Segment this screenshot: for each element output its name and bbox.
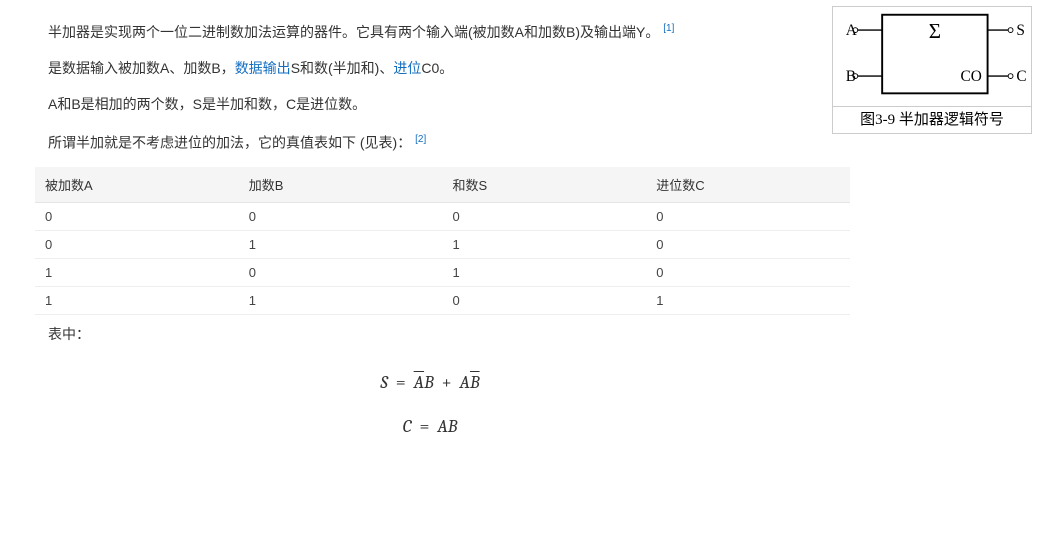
pin-B: B [846, 68, 856, 85]
article-body: 半加器是实现两个一位二进制数加法运算的器件。它具有两个输入端(被加数A和加数B)… [20, 18, 840, 447]
paragraph-4: 所谓半加就是不考虑进位的加法，它的真值表如下 (见表)： [2] [20, 129, 840, 154]
th-B: 加数B [239, 167, 443, 203]
truth-table: 被加数A 加数B 和数S 进位数C 0 0 0 0 0 1 1 0 [35, 167, 850, 315]
p1-text: 半加器是实现两个一位二进制数加法运算的器件。它具有两个输入端(被加数A和加数B)… [20, 24, 659, 40]
p2-a: 是数据输入被加数A、加数B， [48, 60, 235, 76]
paragraph-1: 半加器是实现两个一位二进制数加法运算的器件。它具有两个输入端(被加数A和加数B)… [20, 18, 840, 43]
paragraph-2: 是数据输入被加数A、加数B，数据输出S和数(半加和)、进位C0。 [20, 57, 840, 79]
table-row: 0 1 1 0 [35, 231, 850, 259]
link-data-output[interactable]: 数据输出 [235, 60, 291, 76]
p2-b: S和数(半加和)、 [291, 60, 394, 76]
table-header-row: 被加数A 加数B 和数S 进位数C [35, 167, 850, 203]
th-C: 进位数C [646, 167, 850, 203]
pin-C: C [1016, 68, 1026, 85]
citation-2[interactable]: [2] [415, 134, 426, 145]
figure-half-adder: Σ A B S CO C 图3-9 半加器逻辑符号 [832, 6, 1032, 134]
p2-c: C0。 [421, 60, 453, 76]
link-carry[interactable]: 进位 [393, 60, 421, 76]
p4-text: 所谓半加就是不考虑进位的加法，它的真值表如下 (见表)： [48, 134, 411, 150]
table-row: 1 1 0 1 [35, 287, 850, 315]
paragraph-after-table: 表中： [20, 323, 840, 345]
formula-C: C = AB [20, 407, 840, 447]
sigma-label: Σ [929, 19, 941, 43]
table-row: 0 0 0 0 [35, 203, 850, 231]
th-S: 和数S [443, 167, 647, 203]
citation-1[interactable]: [1] [663, 23, 674, 34]
formula-S: S = AB + AB [20, 363, 840, 403]
paragraph-3: A和B是相加的两个数，S是半加和数，C是进位数。 [20, 93, 840, 115]
pin-A: A [846, 22, 857, 39]
figure-caption: 图3-9 半加器逻辑符号 [832, 107, 1032, 134]
diagram-box: Σ A B S CO C [832, 6, 1032, 107]
table-row: 1 0 1 0 [35, 259, 850, 287]
pin-CO: CO [961, 68, 982, 85]
half-adder-diagram: Σ A B S CO C [835, 9, 1029, 101]
th-A: 被加数A [35, 167, 239, 203]
pin-S: S [1016, 22, 1025, 39]
